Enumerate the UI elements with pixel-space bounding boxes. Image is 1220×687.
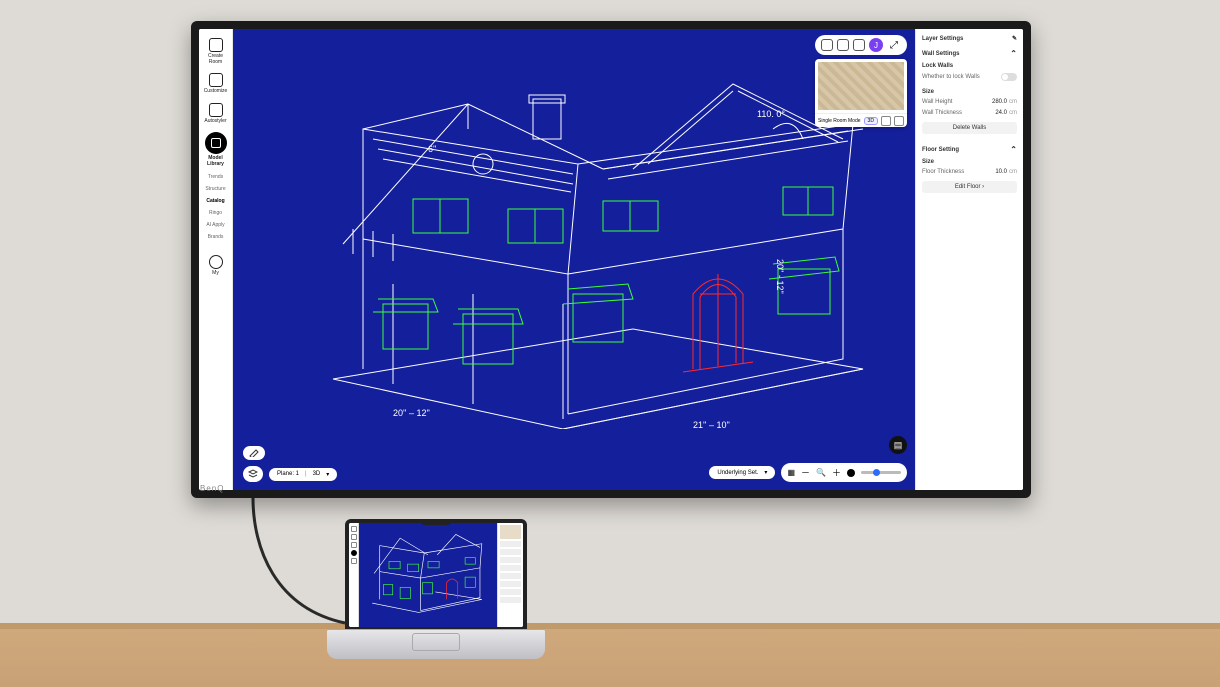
- chevron-down-icon: ▾: [326, 471, 329, 478]
- floor-size-label: Size: [922, 159, 1017, 165]
- dim-front: 21'' – 10'': [693, 420, 730, 430]
- design-canvas[interactable]: J ⤢ Single Room Mode 3D: [233, 29, 915, 490]
- create-room-button[interactable]: Create Room: [202, 35, 230, 68]
- wall-thickness-value[interactable]: 24.0: [995, 110, 1007, 116]
- laptop-app-window: [349, 523, 523, 627]
- help-fab[interactable]: ▤: [889, 436, 907, 454]
- user-icon: [209, 255, 223, 269]
- model-library-button[interactable]: Model Library: [202, 129, 230, 170]
- laptop-sidebar: [349, 523, 359, 627]
- sub-ringo[interactable]: Ringo: [209, 208, 222, 218]
- header-toolbar: J ⤢: [815, 35, 907, 55]
- size-label: Size: [922, 89, 1017, 95]
- autostyler-button[interactable]: Autostyler: [202, 100, 230, 128]
- lock-walls-toggle[interactable]: [1001, 73, 1017, 81]
- laptop: [327, 519, 545, 659]
- laptop-settings-panel: [497, 523, 523, 627]
- settings-panel: Layer Settings ✎ Wall Settings ⌃ Lock Wa…: [915, 29, 1023, 490]
- dim-right: 20'' - 12'': [775, 259, 785, 294]
- zoom-in-icon[interactable]: ＋: [832, 466, 841, 479]
- layers-icon: [248, 469, 258, 479]
- lock-walls-label: Lock Walls: [922, 63, 1017, 69]
- avatar[interactable]: J: [869, 38, 883, 52]
- minimap-tool-2[interactable]: [894, 116, 904, 126]
- external-monitor: Create Room Customize Autostyler Model L…: [191, 21, 1031, 498]
- color-dot[interactable]: [847, 469, 855, 477]
- angle-label: 110. 0°: [757, 109, 785, 119]
- undo-icon[interactable]: [821, 39, 833, 51]
- layers-button[interactable]: [243, 466, 263, 482]
- pencil-icon[interactable]: ✎: [1012, 35, 1017, 42]
- dim-left: 20'' – 12'': [393, 408, 430, 418]
- opacity-slider[interactable]: [861, 471, 901, 474]
- app-window: Create Room Customize Autostyler Model L…: [199, 29, 1023, 490]
- chevron-up-icon: ⌃: [1010, 145, 1017, 154]
- zoom-out-icon[interactable]: －: [801, 466, 810, 479]
- mail-icon[interactable]: [853, 39, 865, 51]
- wall-thickness-label: Wall Thickness: [922, 110, 962, 116]
- layer-settings-header[interactable]: Layer Settings ✎: [922, 33, 1017, 44]
- note-icon: ▤: [894, 440, 903, 451]
- zoom-controls: ▦ － 🔍 ＋: [781, 463, 907, 482]
- sub-trends[interactable]: Trends: [208, 172, 223, 182]
- house-blueprint: [303, 69, 893, 429]
- laptop-keyboard: [327, 629, 545, 659]
- sub-ai-apply[interactable]: AI Apply: [206, 220, 224, 230]
- wall-height-value[interactable]: 280.0: [992, 99, 1007, 105]
- fullscreen-icon[interactable]: ⤢: [887, 38, 901, 52]
- pencil-icon: [249, 449, 259, 457]
- create-room-icon: [209, 38, 223, 52]
- help-icon[interactable]: [837, 39, 849, 51]
- sub-catalog[interactable]: Catalog: [206, 196, 224, 206]
- model-library-icon: [211, 138, 221, 148]
- grid-icon[interactable]: ▦: [787, 468, 795, 477]
- autostyler-icon: [209, 103, 223, 117]
- laptop-house-blueprint: [363, 527, 493, 620]
- floor-thickness-value[interactable]: 10.0: [995, 169, 1007, 175]
- search-icon[interactable]: 🔍: [816, 468, 826, 477]
- delete-walls-button[interactable]: Delete Walls: [922, 122, 1017, 134]
- floor-setting-header[interactable]: Floor Setting ⌃: [922, 143, 1017, 156]
- dim-side: 6'': [428, 144, 436, 154]
- monitor-brand: BenQ: [200, 484, 224, 493]
- customize-button[interactable]: Customize: [202, 70, 230, 98]
- sub-brands[interactable]: Brands: [208, 232, 224, 242]
- chevron-down-icon: ▾: [764, 469, 767, 476]
- chevron-up-icon: ⌃: [1010, 49, 1017, 58]
- wall-settings-header[interactable]: Wall Settings ⌃: [922, 47, 1017, 60]
- sub-structure[interactable]: Structure: [205, 184, 225, 194]
- edit-floor-button[interactable]: Edit Floor ›: [922, 181, 1017, 193]
- plane-selector[interactable]: Plane: 1 | 3D ▾: [269, 468, 337, 481]
- laptop-canvas[interactable]: [359, 523, 497, 627]
- underlying-settings[interactable]: Underlying Set. ▾: [709, 466, 775, 479]
- left-toolbar: Create Room Customize Autostyler Model L…: [199, 29, 233, 490]
- floor-thickness-label: Floor Thickness: [922, 169, 964, 175]
- floating-tool[interactable]: [243, 446, 265, 460]
- customize-icon: [209, 73, 223, 87]
- wall-height-label: Wall Height: [922, 99, 952, 105]
- lock-walls-hint: Whether to lock Walls: [922, 74, 980, 80]
- my-button[interactable]: My: [202, 252, 230, 280]
